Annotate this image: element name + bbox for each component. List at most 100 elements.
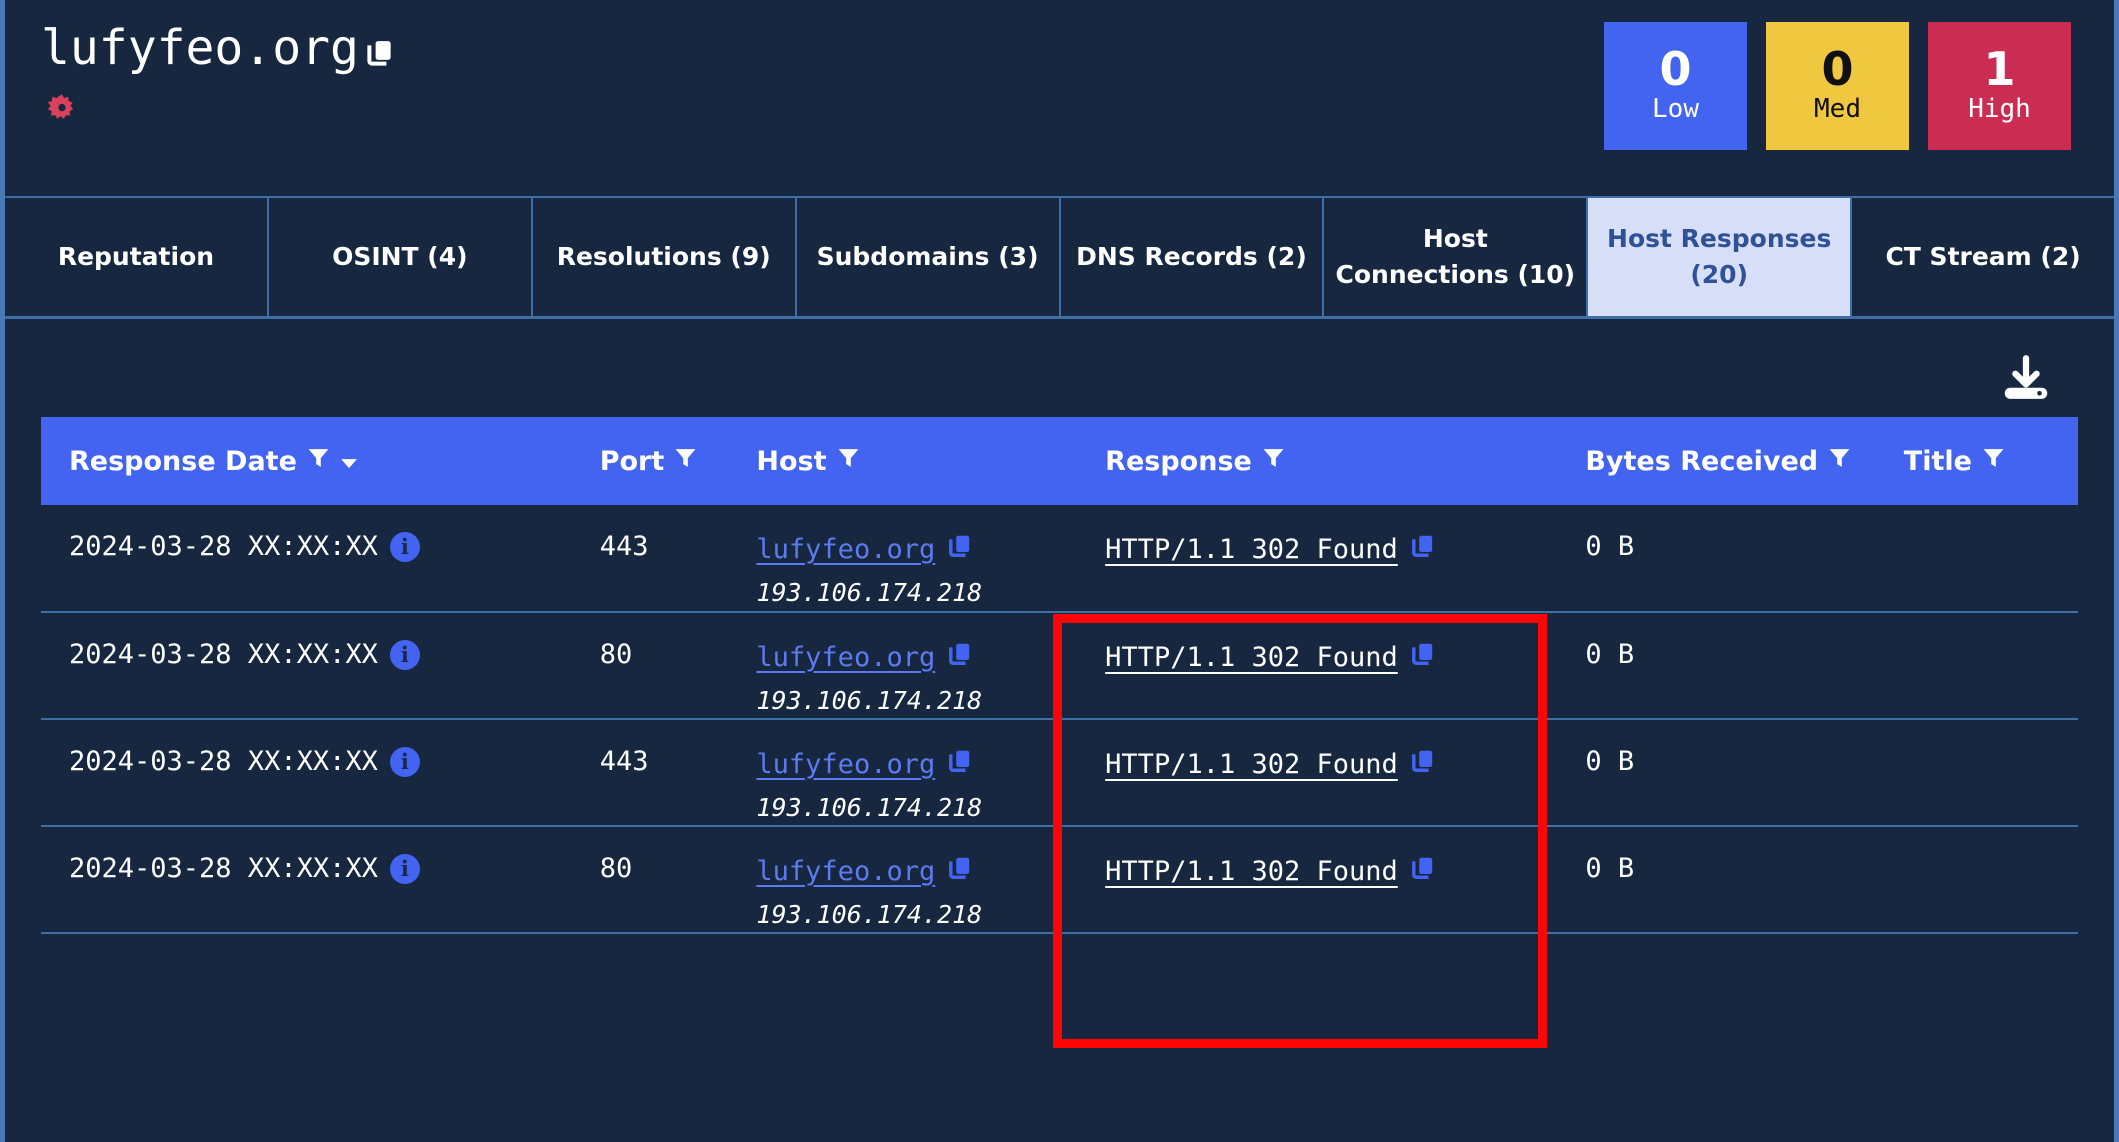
column-label-port: Port bbox=[600, 446, 665, 477]
table-row[interactable]: 2024-03-28 XX:XX:XX i 80 lufyfeo.org bbox=[41, 612, 2078, 719]
host-link[interactable]: lufyfeo.org bbox=[756, 642, 935, 673]
column-label-host: Host bbox=[756, 446, 826, 477]
cell-port: 443 bbox=[572, 505, 729, 612]
column-label-title: Title bbox=[1904, 446, 1972, 477]
bytes-received-value: 0 B bbox=[1585, 853, 1634, 884]
table-row[interactable]: 2024-03-28 XX:XX:XX i 443 lufyfeo.org bbox=[41, 719, 2078, 826]
tab-host-responses[interactable]: Host Responses (20) bbox=[1588, 198, 1852, 316]
host-link[interactable]: lufyfeo.org bbox=[756, 856, 935, 887]
tab-reputation[interactable]: Reputation bbox=[5, 198, 269, 316]
response-link[interactable]: HTTP/1.1 302 Found bbox=[1105, 642, 1398, 673]
response-date-value: 2024-03-28 XX:XX:XX bbox=[69, 639, 378, 670]
page-header: lufyfeo.org 0 Low 0 Med 1 High bbox=[5, 0, 2114, 196]
response-date-value: 2024-03-28 XX:XX:XX bbox=[69, 853, 378, 884]
copy-icon[interactable] bbox=[1410, 531, 1436, 568]
host-link[interactable]: lufyfeo.org bbox=[756, 749, 935, 780]
cell-response: HTTP/1.1 302 Found bbox=[1077, 612, 1557, 719]
copy-icon[interactable] bbox=[365, 36, 395, 74]
info-icon[interactable]: i bbox=[390, 747, 420, 777]
column-header-bytes-received[interactable]: Bytes Received bbox=[1557, 417, 1875, 505]
copy-icon[interactable] bbox=[1410, 853, 1436, 890]
response-link[interactable]: HTTP/1.1 302 Found bbox=[1105, 749, 1398, 780]
score-count-low: 0 bbox=[1659, 46, 1691, 92]
host-ip-value: 193.106.174.218 bbox=[756, 793, 1077, 822]
cell-bytes-received: 0 B bbox=[1557, 826, 1875, 933]
port-value: 80 bbox=[600, 853, 633, 884]
cell-port: 443 bbox=[572, 719, 729, 826]
copy-icon[interactable] bbox=[1410, 639, 1436, 676]
severity-score-cards: 0 Low 0 Med 1 High bbox=[1604, 22, 2071, 150]
table-row[interactable]: 2024-03-28 XX:XX:XX i 443 lufyfeo.org bbox=[41, 505, 2078, 612]
copy-icon[interactable] bbox=[947, 746, 973, 783]
host-ip-value: 193.106.174.218 bbox=[756, 900, 1077, 929]
cell-response-date: 2024-03-28 XX:XX:XX i bbox=[41, 719, 572, 826]
cell-response: HTTP/1.1 302 Found bbox=[1077, 505, 1557, 612]
cell-host: lufyfeo.org 193.106.174.218 bbox=[728, 719, 1077, 826]
copy-icon[interactable] bbox=[947, 639, 973, 676]
filter-icon[interactable] bbox=[1981, 445, 2006, 477]
port-value: 443 bbox=[600, 746, 649, 777]
page-title: lufyfeo.org bbox=[41, 22, 359, 76]
filter-icon[interactable] bbox=[306, 445, 331, 477]
column-header-response-date[interactable]: Response Date bbox=[41, 417, 572, 505]
cell-response-date: 2024-03-28 XX:XX:XX i bbox=[41, 826, 572, 933]
tab-dns-records[interactable]: DNS Records (2) bbox=[1061, 198, 1325, 316]
cell-port: 80 bbox=[572, 612, 729, 719]
score-label-med: Med bbox=[1814, 94, 1861, 125]
info-icon[interactable]: i bbox=[390, 854, 420, 884]
info-icon[interactable]: i bbox=[390, 532, 420, 562]
tab-resolutions[interactable]: Resolutions (9) bbox=[533, 198, 797, 316]
table-body: 2024-03-28 XX:XX:XX i 443 lufyfeo.org bbox=[41, 505, 2078, 933]
column-header-host[interactable]: Host bbox=[728, 417, 1077, 505]
tab-osint[interactable]: OSINT (4) bbox=[269, 198, 533, 316]
filter-icon[interactable] bbox=[1261, 445, 1286, 477]
table-header: Response Date Port bbox=[41, 417, 2078, 505]
cell-host: lufyfeo.org 193.106.174.218 bbox=[728, 612, 1077, 719]
table-header-row: Response Date Port bbox=[41, 417, 2078, 505]
column-header-response[interactable]: Response bbox=[1077, 417, 1557, 505]
tab-host-connections[interactable]: Host Connections (10) bbox=[1324, 198, 1588, 316]
cell-response-date: 2024-03-28 XX:XX:XX i bbox=[41, 505, 572, 612]
tab-ct-stream[interactable]: CT Stream (2) bbox=[1852, 198, 2114, 316]
table-row[interactable]: 2024-03-28 XX:XX:XX i 80 lufyfeo.org bbox=[41, 826, 2078, 933]
score-card-low[interactable]: 0 Low bbox=[1604, 22, 1747, 150]
cell-host: lufyfeo.org 193.106.174.218 bbox=[728, 826, 1077, 933]
column-header-port[interactable]: Port bbox=[572, 417, 729, 505]
score-card-med[interactable]: 0 Med bbox=[1766, 22, 1909, 150]
score-card-high[interactable]: 1 High bbox=[1928, 22, 2071, 150]
cell-port: 80 bbox=[572, 826, 729, 933]
score-count-high: 1 bbox=[1983, 46, 2015, 92]
cell-response: HTTP/1.1 302 Found bbox=[1077, 719, 1557, 826]
cell-response-date: 2024-03-28 XX:XX:XX i bbox=[41, 612, 572, 719]
cell-title bbox=[1876, 612, 2078, 719]
cell-host: lufyfeo.org 193.106.174.218 bbox=[728, 505, 1077, 612]
download-icon[interactable] bbox=[1997, 351, 2055, 413]
cell-bytes-received: 0 B bbox=[1557, 612, 1875, 719]
host-ip-value: 193.106.174.218 bbox=[756, 578, 1077, 607]
filter-icon[interactable] bbox=[673, 445, 698, 477]
tab-bar: Reputation OSINT (4) Resolutions (9) Sub… bbox=[5, 196, 2114, 319]
sort-desc-icon[interactable] bbox=[340, 446, 358, 477]
bytes-received-value: 0 B bbox=[1585, 639, 1634, 670]
column-header-title[interactable]: Title bbox=[1876, 417, 2078, 505]
tab-subdomains[interactable]: Subdomains (3) bbox=[797, 198, 1061, 316]
column-label-response-date: Response Date bbox=[69, 446, 297, 477]
host-responses-table: Response Date Port bbox=[41, 417, 2078, 934]
host-link[interactable]: lufyfeo.org bbox=[756, 534, 935, 565]
column-label-response: Response bbox=[1105, 446, 1252, 477]
filter-icon[interactable] bbox=[836, 445, 861, 477]
filter-icon[interactable] bbox=[1827, 445, 1852, 477]
response-link[interactable]: HTTP/1.1 302 Found bbox=[1105, 534, 1398, 565]
bytes-received-value: 0 B bbox=[1585, 746, 1634, 777]
bytes-received-value: 0 B bbox=[1585, 531, 1634, 562]
info-icon[interactable]: i bbox=[390, 640, 420, 670]
cell-title bbox=[1876, 719, 2078, 826]
response-link[interactable]: HTTP/1.1 302 Found bbox=[1105, 856, 1398, 887]
copy-icon[interactable] bbox=[1410, 746, 1436, 783]
cell-bytes-received: 0 B bbox=[1557, 505, 1875, 612]
cell-response: HTTP/1.1 302 Found bbox=[1077, 826, 1557, 933]
copy-icon[interactable] bbox=[947, 853, 973, 890]
port-value: 443 bbox=[600, 531, 649, 562]
host-responses-table-wrap: Response Date Port bbox=[5, 417, 2114, 934]
copy-icon[interactable] bbox=[947, 531, 973, 568]
